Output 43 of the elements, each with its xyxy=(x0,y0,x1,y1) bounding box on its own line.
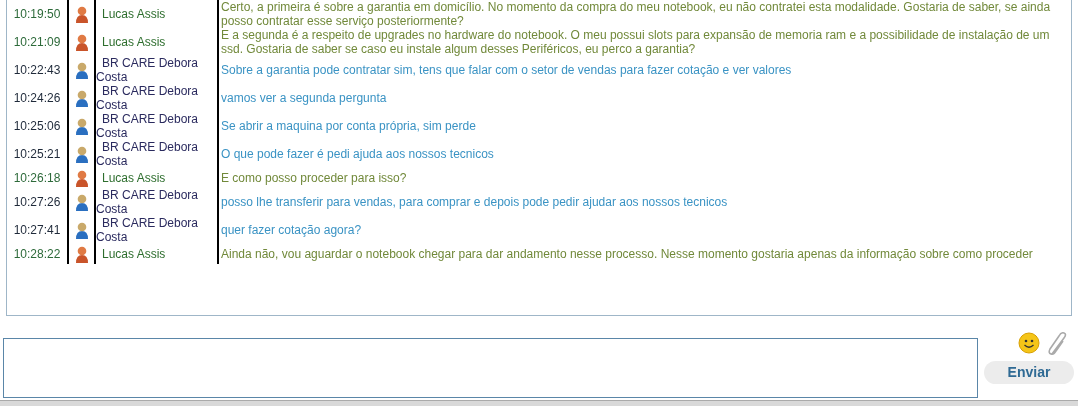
user-avatar-icon xyxy=(74,245,89,263)
sender-name: Lucas Assis xyxy=(101,247,167,261)
smiley-icon[interactable] xyxy=(1018,332,1040,354)
message-text: E como posso proceder para isso? xyxy=(221,171,408,185)
message-time: 10:28:22 xyxy=(13,247,61,261)
user-avatar-icon xyxy=(74,221,89,239)
message-text: Se abrir a maquina por conta própria, sim perde xyxy=(221,119,477,133)
user-avatar-icon xyxy=(74,61,89,79)
message-time: 10:24:26 xyxy=(13,91,61,105)
user-avatar-icon xyxy=(74,5,89,23)
sender-name: BR CARE Debora Costa xyxy=(96,140,200,168)
send-button[interactable]: Enviar xyxy=(984,361,1074,384)
message-text: O que pode fazer é pedi ajuda aos nossos tecnicos xyxy=(221,147,495,161)
message-time: 10:21:09 xyxy=(13,35,61,49)
message-text: Sobre a garantia pode contratar sim, tens que falar com o setor de vendas para fazer cotação e ver valores xyxy=(221,63,793,77)
message-text: quer fazer cotação agora? xyxy=(221,223,363,237)
sender-name: Lucas Assis xyxy=(101,7,167,21)
sender-name: Lucas Assis xyxy=(101,171,167,185)
message-text: Ainda não, vou aguardar o notebook chegar para dar andamento nesse processo. Nesse momento gostaria apenas da informação sobre como proceder xyxy=(221,247,1034,261)
message-time: 10:26:18 xyxy=(13,171,61,185)
message-text: E a segunda é a respeito de upgrades no hardware do notebook. O meu possui slots para expansão de memoria ram e a possibilidade de instalação de um ssd. Gostaria de saber se caso eu instale algum desses Periféricos, eu perco a garantia? xyxy=(221,28,1051,56)
message-time: 10:25:21 xyxy=(13,147,61,161)
sender-name: BR CARE Debora Costa xyxy=(96,188,200,216)
sender-name: BR CARE Debora Costa xyxy=(96,56,200,84)
message-time: 10:25:06 xyxy=(13,119,61,133)
message-time: 10:19:50 xyxy=(13,7,61,21)
message-time: 10:22:43 xyxy=(13,63,61,77)
sender-name: BR CARE Debora Costa xyxy=(96,112,200,140)
user-avatar-icon xyxy=(74,145,89,163)
message-time: 10:27:26 xyxy=(13,195,61,209)
sender-name: Lucas Assis xyxy=(101,35,167,49)
message-text: posso lhe transferir para vendas, para comprar e depois pode pedir ajudar aos nossos tecnicos xyxy=(221,195,729,209)
message-text: Certo, a primeira é sobre a garantia em domicílio. No momento da compra do meu notebook, eu não contratei esta modalidade. Gostaria de saber, se ainda posso contratar esse serviço posteriormente? xyxy=(221,0,1052,28)
user-avatar-icon xyxy=(74,117,89,135)
user-avatar-icon xyxy=(74,89,89,107)
message-input[interactable] xyxy=(3,338,978,398)
user-avatar-icon xyxy=(74,169,89,187)
sender-name: BR CARE Debora Costa xyxy=(96,84,200,112)
message-text: vamos ver a segunda pergunta xyxy=(221,91,388,105)
user-avatar-icon xyxy=(74,193,89,211)
sender-name: BR CARE Debora Costa xyxy=(96,216,200,244)
user-avatar-icon xyxy=(74,33,89,51)
message-time: 10:27:41 xyxy=(13,223,61,237)
